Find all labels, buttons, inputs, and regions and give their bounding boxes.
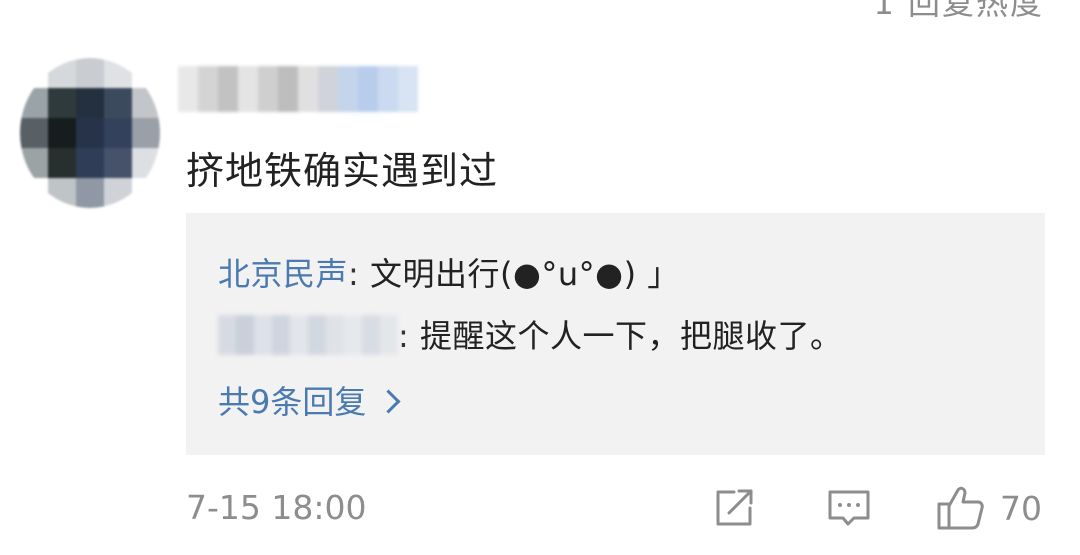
reply-item[interactable]: : 提醒这个人一下，把腿收了。 [218, 311, 842, 357]
comment-text: 挤地铁确实遇到过 [186, 149, 499, 193]
like-button[interactable]: 70 [936, 484, 1042, 532]
more-replies-link[interactable]: 共9条回复 [218, 377, 401, 423]
reply-text: 文明出行(●°u°●) 」 [359, 255, 680, 293]
chevron-right-icon [376, 388, 401, 414]
comment-icon [828, 490, 870, 526]
reply-colon: : [398, 317, 410, 355]
comment-card: 1 回复热度 挤地铁确实遇到过 北京民声: 文明出行(●°u°●) 」 : 提醒… [0, 0, 1080, 555]
reply-preview-box[interactable]: 北京民声: 文明出行(●°u°●) 」 : 提醒这个人一下，把腿收了。 共9条回… [186, 213, 1045, 455]
reply-author[interactable]: 北京民声 [218, 255, 348, 293]
more-replies-label[interactable]: 共9条回复 [218, 383, 366, 421]
like-count: 70 [1000, 488, 1042, 528]
comment-button[interactable] [826, 484, 872, 532]
thumbs-up-icon [937, 486, 984, 530]
reply-text: 提醒这个人一下，把腿收了。 [409, 317, 843, 355]
reply-colon: : [348, 255, 360, 293]
share-icon [716, 489, 753, 526]
reply-author-redacted[interactable] [218, 315, 398, 355]
header-cut-text: 1 回复热度 [873, 0, 1044, 22]
comment-timestamp: 7-15 18:00 [186, 488, 367, 527]
share-button[interactable] [712, 484, 756, 532]
username-redacted[interactable] [178, 66, 418, 112]
reply-item[interactable]: 北京民声: 文明出行(●°u°●) 」 [218, 249, 680, 295]
avatar[interactable] [20, 58, 160, 208]
